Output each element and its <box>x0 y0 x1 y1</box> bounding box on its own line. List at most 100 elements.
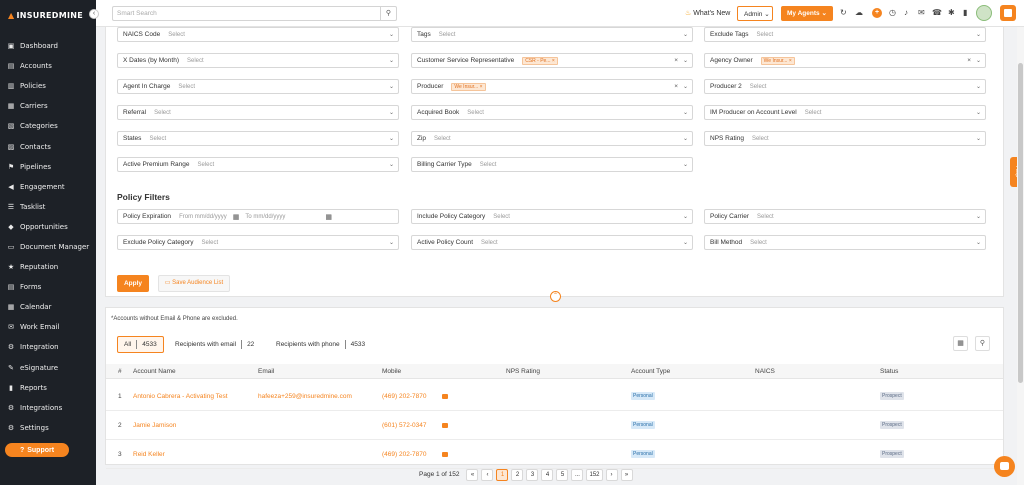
mobile-link[interactable]: (469) 202-7870 <box>382 451 426 458</box>
filter-select[interactable]: Select <box>481 240 498 246</box>
refresh-icon[interactable]: ↻ <box>840 8 847 18</box>
filter-select[interactable]: Select <box>187 58 204 64</box>
billing-carrier-type-filter[interactable]: Billing Carrier Type Select ⌄ <box>411 157 693 172</box>
im-producer-on-account-level-filter[interactable]: IM Producer on Account Level Select ⌄ <box>704 105 986 120</box>
table-row[interactable]: 1 Antonio Cabrera - Activating Test hafeez… <box>106 382 1003 411</box>
selected-tag[interactable]: CSR - Pe... × <box>522 56 558 65</box>
collapse-filters-button[interactable]: ⌃ <box>550 291 561 302</box>
chevron-down-icon[interactable]: ⌄ <box>683 57 688 64</box>
recipient-tab-all[interactable]: All 4533 <box>117 336 164 353</box>
filter-select[interactable]: Select <box>493 214 510 220</box>
account-name-link[interactable]: Reid Keller <box>133 451 165 458</box>
exclude-tags-filter[interactable]: Exclude Tags Select ⌄ <box>704 27 986 42</box>
sidebar-item-contacts[interactable]: ▨ Contacts <box>0 136 96 156</box>
support-button[interactable]: ? Support <box>5 443 69 457</box>
chevron-down-icon[interactable]: ⌄ <box>976 213 981 220</box>
table-row[interactable]: 2 Jamie Jamison (601) 572-0347 Personal Pros… <box>106 411 1003 440</box>
agent-in-charge-filter[interactable]: Agent In Charge Select ⌄ <box>117 79 399 94</box>
clear-icon[interactable]: × <box>674 57 678 64</box>
filter-select[interactable]: Select <box>154 110 171 116</box>
chat-widget-icon[interactable] <box>994 456 1015 477</box>
chevron-down-icon[interactable]: ⌄ <box>683 213 688 220</box>
page-button[interactable]: 1 <box>496 468 509 481</box>
sidebar-item-engagement[interactable]: ◀ Engagement <box>0 177 96 197</box>
chevron-down-icon[interactable]: ⌄ <box>683 31 688 38</box>
chevron-down-icon[interactable]: ⌄ <box>389 239 394 246</box>
sidebar-item-calendar[interactable]: ▦ Calendar <box>0 297 96 317</box>
chat-icon[interactable]: ✉ <box>918 8 925 18</box>
chevron-down-icon[interactable]: ⌄ <box>683 83 688 90</box>
chevron-down-icon[interactable]: ⌄ <box>389 83 394 90</box>
chevron-down-icon[interactable]: ⌄ <box>976 57 981 64</box>
chevron-down-icon[interactable]: ⌄ <box>389 31 394 38</box>
selected-tag[interactable]: We Insur... × <box>451 82 486 91</box>
search-icon[interactable]: ⚲ <box>975 336 990 351</box>
page-button[interactable]: ... <box>571 468 584 481</box>
device-icon[interactable]: ▮ <box>963 8 967 18</box>
tags-filter[interactable]: Tags Select ⌄ <box>411 27 693 42</box>
calendar-icon[interactable]: ▦ <box>233 213 240 221</box>
sidebar-item-dashboard[interactable]: ▣ Dashboard <box>0 36 96 56</box>
filter-select[interactable]: Select <box>750 240 767 246</box>
chevron-down-icon[interactable]: ⌄ <box>389 161 394 168</box>
chevron-down-icon[interactable]: ⌄ <box>683 239 688 246</box>
sidebar-item-accounts[interactable]: ▤ Accounts <box>0 56 96 76</box>
sidebar-item-pipelines[interactable]: ⚑ Pipelines <box>0 157 96 177</box>
bell-icon[interactable]: ♪ <box>904 8 908 18</box>
chevron-down-icon[interactable]: ⌄ <box>976 239 981 246</box>
filter-select[interactable]: Select <box>439 32 456 38</box>
remove-tag-icon[interactable]: × <box>478 84 483 90</box>
account-name-link[interactable]: Antonio Cabrera - Activating Test <box>133 393 228 400</box>
mobile-link[interactable]: (601) 572-0347 <box>382 422 426 429</box>
filter-select[interactable]: Select <box>467 110 484 116</box>
whats-new-link[interactable]: ♨ What's New <box>685 9 730 17</box>
sidebar-item-document-manager[interactable]: ▭ Document Manager <box>0 237 96 257</box>
remove-tag-icon[interactable]: × <box>550 58 555 64</box>
remove-tag-icon[interactable]: × <box>787 58 792 64</box>
sidebar-item-carriers[interactable]: ▦ Carriers <box>0 96 96 116</box>
page-button[interactable]: 3 <box>526 468 539 481</box>
email-link[interactable]: hafeeza+259@insuredmine.com <box>258 393 352 400</box>
sidebar-item-categories[interactable]: ▧ Categories <box>0 116 96 136</box>
sidebar-collapse-button[interactable]: ‹ <box>89 9 99 19</box>
nps-rating-filter[interactable]: NPS Rating Select ⌄ <box>704 131 986 146</box>
chevron-down-icon[interactable]: ⌄ <box>976 31 981 38</box>
filter-select[interactable]: Select <box>757 32 774 38</box>
include-policy-category-filter[interactable]: Include Policy Category Select ⌄ <box>411 209 693 224</box>
phone-icon[interactable]: ☎ <box>932 8 942 18</box>
page-button[interactable]: » <box>620 468 633 481</box>
page-button[interactable]: 2 <box>511 468 524 481</box>
agency-owner-filter[interactable]: Agency Owner We Insur... × × ⌄ <box>704 53 986 68</box>
recipient-tab-recipients-with-email[interactable]: Recipients with email 22 <box>169 336 260 353</box>
chevron-down-icon[interactable]: ⌄ <box>976 83 981 90</box>
sidebar-item-tasklist[interactable]: ☰ Tasklist <box>0 197 96 217</box>
sidebar-item-reports[interactable]: ▮ Reports <box>0 378 96 398</box>
filter-select[interactable]: Select <box>750 84 767 90</box>
expiration-from-input[interactable]: From mm/dd/yyyy <box>179 214 227 220</box>
mobile-link[interactable]: (469) 202-7870 <box>382 393 426 400</box>
expiration-to-input[interactable]: To mm/dd/yyyy <box>245 214 285 220</box>
cloud-icon[interactable]: ☁ <box>855 8 863 18</box>
account-name-link[interactable]: Jamie Jamison <box>133 422 176 429</box>
calendar-icon[interactable]: ▦ <box>325 213 332 221</box>
plus-icon[interactable]: + <box>872 8 882 18</box>
chevron-down-icon[interactable]: ⌄ <box>976 135 981 142</box>
recipient-tab-recipients-with-phone[interactable]: Recipients with phone 4533 <box>270 336 371 353</box>
clear-icon[interactable]: × <box>967 57 971 64</box>
page-button[interactable]: 5 <box>556 468 569 481</box>
naics-code-filter[interactable]: NAICS Code Select ⌄ <box>117 27 399 42</box>
search-input[interactable]: Smart Search <box>117 10 157 17</box>
page-button[interactable]: ‹ <box>481 468 494 481</box>
chevron-down-icon[interactable]: ⌄ <box>683 109 688 116</box>
chevron-down-icon[interactable]: ⌄ <box>389 135 394 142</box>
zip-filter[interactable]: Zip Select ⌄ <box>411 131 693 146</box>
sms-icon[interactable] <box>442 452 448 457</box>
chevron-down-icon[interactable]: ⌄ <box>683 161 688 168</box>
bill-method-filter[interactable]: Bill Method Select ⌄ <box>704 235 986 250</box>
clear-icon[interactable]: × <box>674 83 678 90</box>
filter-select[interactable]: Select <box>178 84 195 90</box>
chevron-down-icon[interactable]: ⌄ <box>389 57 394 64</box>
sidebar-item-opportunities[interactable]: ◆ Opportunities <box>0 217 96 237</box>
sms-icon[interactable] <box>442 423 448 428</box>
filter-select[interactable]: Select <box>752 136 769 142</box>
